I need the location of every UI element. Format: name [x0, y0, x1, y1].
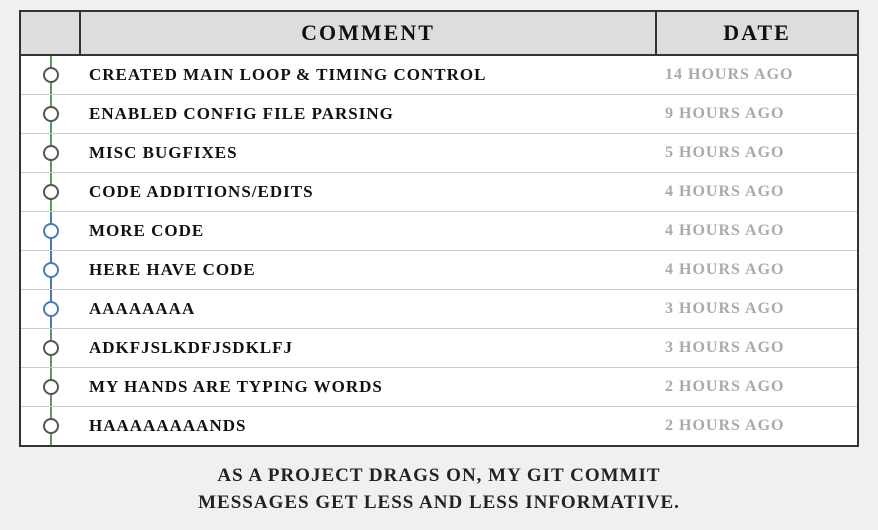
table-row: ADKFJSLKDFJSDKLFJ3 HOURS AGO [21, 329, 857, 368]
table-row: MORE CODE4 HOURS AGO [21, 212, 857, 251]
commit-message: HERE HAVE CODE [81, 254, 657, 286]
table-header: COMMENT DATE [21, 12, 857, 56]
commit-date: 4 HOURS AGO [657, 216, 857, 246]
commit-dot [43, 145, 59, 161]
commit-date: 3 HOURS AGO [657, 333, 857, 363]
table-row: HAAAAAAAANDS2 HOURS AGO [21, 407, 857, 445]
commit-date: 2 HOURS AGO [657, 411, 857, 441]
commit-dot [43, 184, 59, 200]
commit-message: ENABLED CONFIG FILE PARSING [81, 98, 657, 130]
commit-dot-cell [21, 407, 81, 445]
commit-message: ADKFJSLKDFJSDKLFJ [81, 332, 657, 364]
table-row: CODE ADDITIONS/EDITS4 HOURS AGO [21, 173, 857, 212]
table-row: CREATED MAIN LOOP & TIMING CONTROL14 HOU… [21, 56, 857, 95]
commit-dot-cell [21, 251, 81, 289]
commit-date: 4 HOURS AGO [657, 255, 857, 285]
commit-date: 14 HOURS AGO [657, 60, 857, 90]
commit-date: 3 HOURS AGO [657, 294, 857, 324]
commit-message: MISC BUGFIXES [81, 137, 657, 169]
table-body: CREATED MAIN LOOP & TIMING CONTROL14 HOU… [21, 56, 857, 445]
commit-message: AAAAAAAA [81, 293, 657, 325]
commit-dot [43, 223, 59, 239]
commit-dot-cell [21, 329, 81, 367]
commit-message: MY HANDS ARE TYPING WORDS [81, 371, 657, 403]
commit-table: COMMENT DATE CREATED MAIN LOOP & TIMING … [19, 10, 859, 447]
commit-dot [43, 262, 59, 278]
commit-dot [43, 418, 59, 434]
commit-message: CODE ADDITIONS/EDITS [81, 176, 657, 208]
commit-date: 2 HOURS AGO [657, 372, 857, 402]
commit-dot-cell [21, 134, 81, 172]
table-row: ENABLED CONFIG FILE PARSING9 HOURS AGO [21, 95, 857, 134]
main-container: COMMENT DATE CREATED MAIN LOOP & TIMING … [9, 0, 869, 530]
header-empty-col [21, 12, 81, 54]
commit-date: 5 HOURS AGO [657, 138, 857, 168]
commit-dot-cell [21, 212, 81, 250]
header-date-col: DATE [657, 12, 857, 54]
commit-date: 4 HOURS AGO [657, 177, 857, 207]
commit-dot [43, 301, 59, 317]
caption-text: AS A PROJECT DRAGS ON, MY GIT COMMITMESS… [19, 459, 859, 520]
commit-dot-cell [21, 56, 81, 94]
header-comment-col: COMMENT [81, 12, 657, 54]
commit-message: CREATED MAIN LOOP & TIMING CONTROL [81, 59, 657, 91]
commit-dot-cell [21, 173, 81, 211]
table-row: HERE HAVE CODE4 HOURS AGO [21, 251, 857, 290]
commit-dot-cell [21, 368, 81, 406]
table-row: AAAAAAAA3 HOURS AGO [21, 290, 857, 329]
table-row: MY HANDS ARE TYPING WORDS2 HOURS AGO [21, 368, 857, 407]
commit-dot [43, 106, 59, 122]
commit-dot-cell [21, 95, 81, 133]
commit-dot [43, 67, 59, 83]
commit-message: HAAAAAAAANDS [81, 410, 657, 442]
commit-message: MORE CODE [81, 215, 657, 247]
commit-dot-cell [21, 290, 81, 328]
commit-dot [43, 340, 59, 356]
table-row: MISC BUGFIXES5 HOURS AGO [21, 134, 857, 173]
commit-date: 9 HOURS AGO [657, 99, 857, 129]
commit-dot [43, 379, 59, 395]
